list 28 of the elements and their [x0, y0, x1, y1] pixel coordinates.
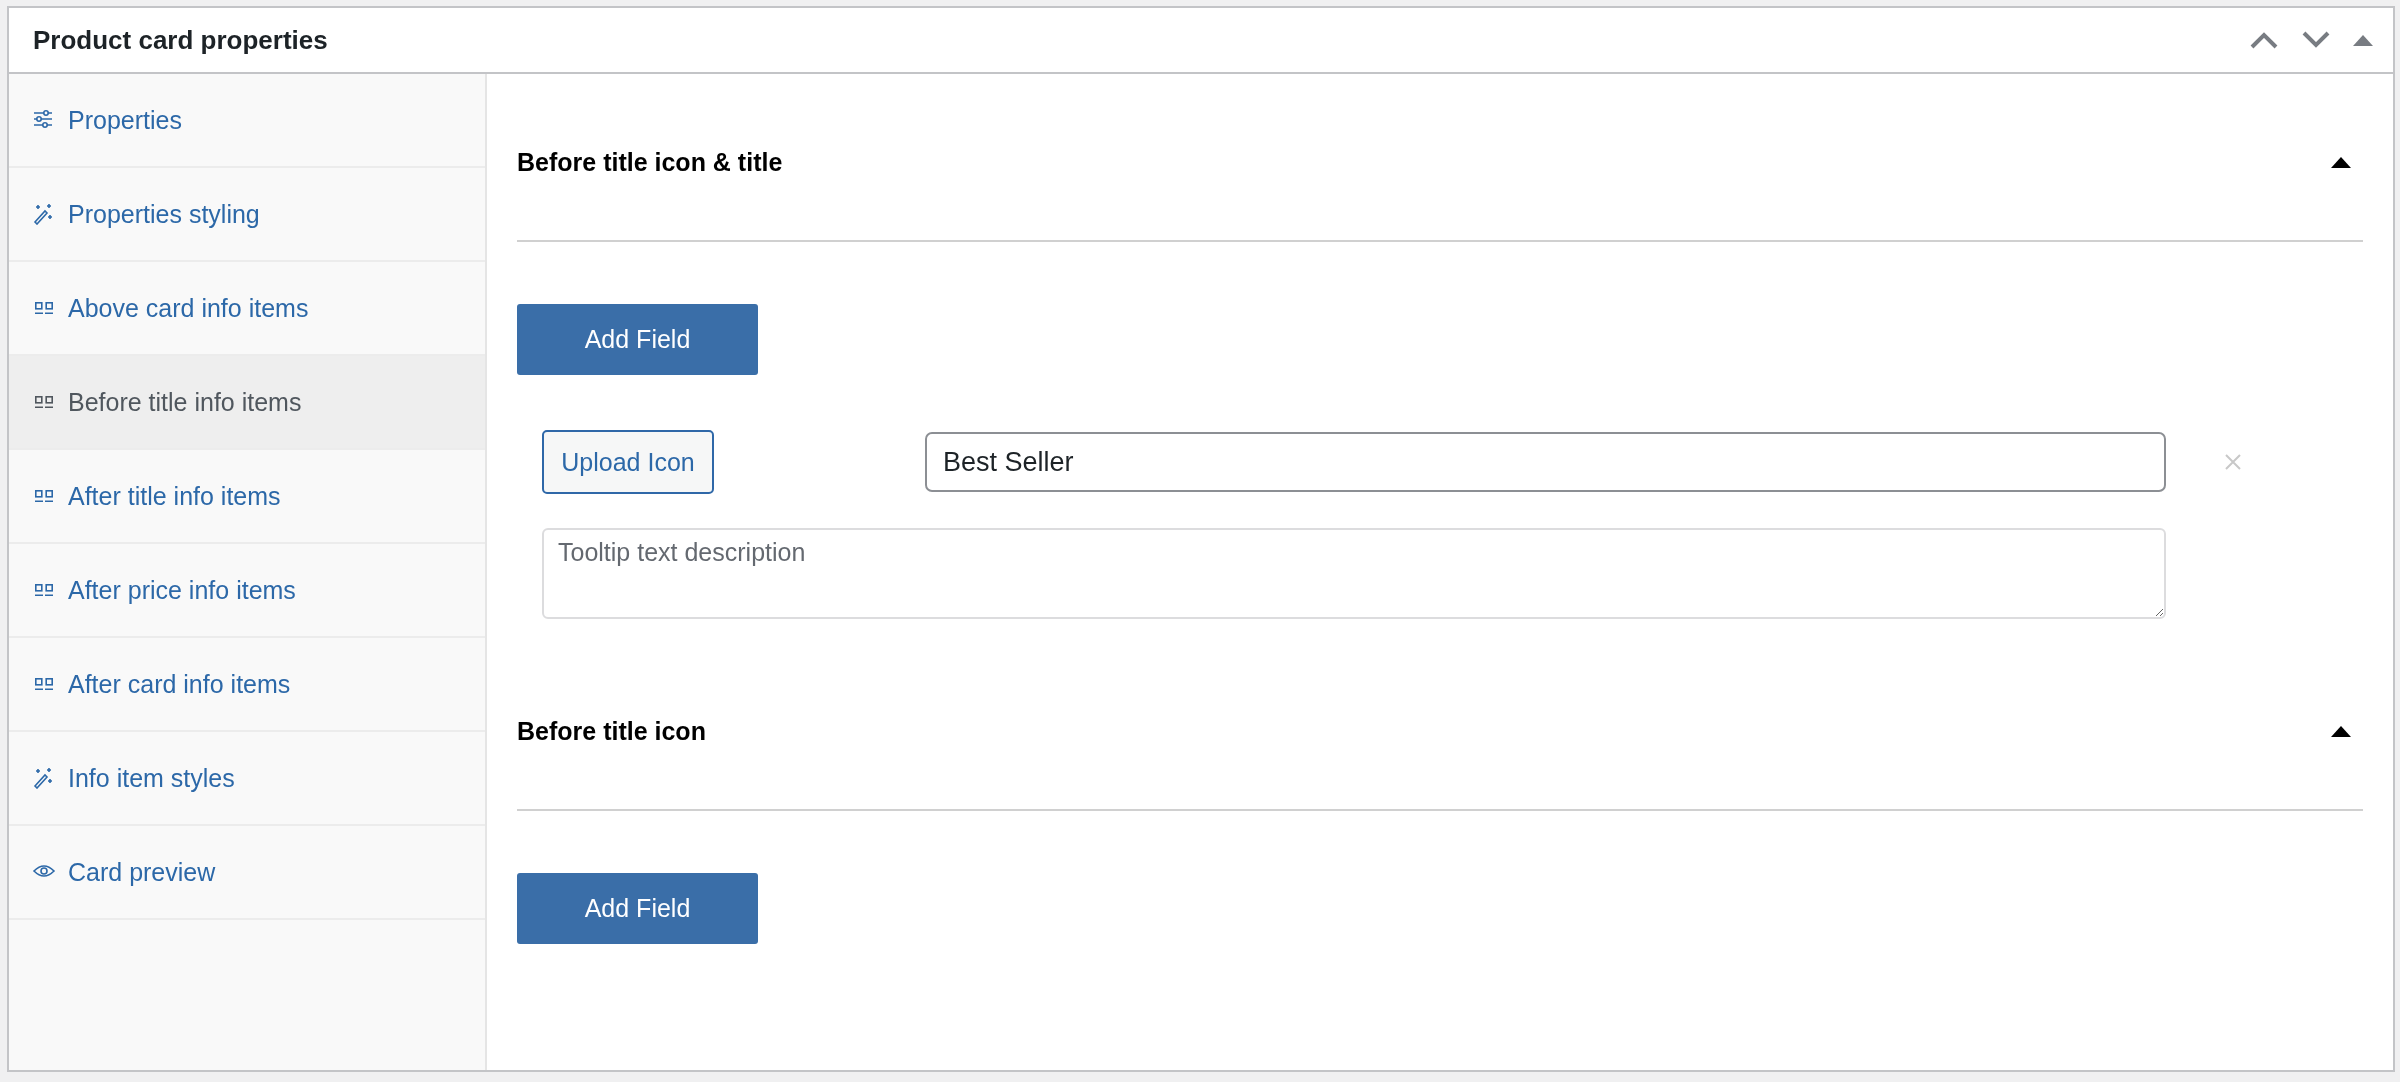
section-toggle-button[interactable] [2331, 725, 2351, 737]
move-up-button[interactable] [2249, 31, 2279, 49]
add-field-button[interactable]: Add Field [517, 873, 758, 944]
grid-icon [34, 678, 54, 690]
tooltip-textarea[interactable]: Tooltip text description [542, 528, 2166, 619]
sliders-icon [33, 109, 55, 131]
sidebar-item[interactable]: Before title info items [9, 356, 485, 450]
grid-icon [34, 396, 54, 408]
section-toggle-button[interactable] [2331, 156, 2351, 168]
magic-wand-icon [33, 203, 55, 225]
triangle-up-icon [2353, 34, 2373, 46]
panel-title: Product card properties [33, 24, 329, 56]
chevron-up-icon [2249, 31, 2279, 49]
grid-icon [34, 584, 54, 596]
close-icon [2224, 453, 2242, 471]
triangle-up-icon [2331, 156, 2351, 168]
triangle-up-icon [2331, 725, 2351, 737]
grid-icon [34, 302, 54, 314]
text-field[interactable]: Best Seller [925, 432, 2166, 492]
upload-icon-button[interactable]: Upload Icon [542, 430, 714, 494]
add-field-button[interactable]: Add Field [517, 304, 758, 375]
section-heading: Before title icon [517, 716, 707, 747]
move-down-button[interactable] [2301, 31, 2331, 49]
magic-wand-icon [33, 767, 55, 789]
section-heading: Before title icon & title [517, 147, 784, 178]
grid-icon [34, 490, 54, 502]
chevron-down-icon [2301, 31, 2331, 49]
collapse-toggle-button[interactable] [2353, 34, 2373, 46]
